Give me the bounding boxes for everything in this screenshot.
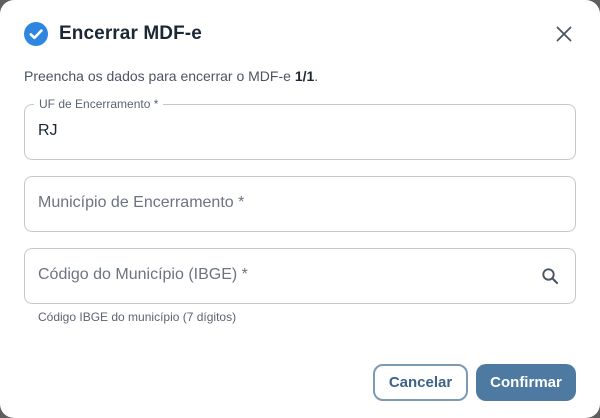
encerrar-mdfe-dialog: Encerrar MDF-e Preencha os dados para en… bbox=[0, 0, 600, 418]
dialog-description: Preencha os dados para encerrar o MDF-e … bbox=[24, 68, 318, 84]
codigo-municipio-field[interactable]: Código do Município (IBGE) * bbox=[24, 248, 576, 304]
search-icon[interactable] bbox=[541, 267, 559, 285]
codigo-municipio-placeholder: Código do Município (IBGE) * bbox=[38, 266, 248, 283]
uf-encerramento-field[interactable]: UF de Encerramento * RJ bbox=[24, 97, 576, 160]
description-prefix: Preencha os dados para encerrar o MDF-e bbox=[24, 68, 295, 84]
municipio-encerramento-field[interactable]: Município de Encerramento * bbox=[24, 176, 576, 232]
codigo-municipio-helper: Código IBGE do município (7 dígitos) bbox=[38, 310, 237, 324]
uf-encerramento-label: UF de Encerramento * bbox=[34, 97, 164, 111]
dialog-title: Encerrar MDF-e bbox=[59, 23, 202, 44]
check-circle-icon bbox=[24, 22, 48, 46]
municipio-encerramento-placeholder: Município de Encerramento * bbox=[38, 194, 245, 211]
uf-encerramento-value[interactable]: RJ bbox=[38, 122, 58, 140]
cancel-button[interactable]: Cancelar bbox=[373, 364, 468, 401]
dialog-header: Encerrar MDF-e bbox=[24, 20, 576, 48]
close-button[interactable] bbox=[552, 22, 576, 46]
description-suffix: . bbox=[314, 68, 319, 84]
description-count: 1/1 bbox=[294, 68, 315, 84]
close-icon bbox=[556, 26, 572, 42]
confirm-button[interactable]: Confirmar bbox=[476, 364, 576, 401]
